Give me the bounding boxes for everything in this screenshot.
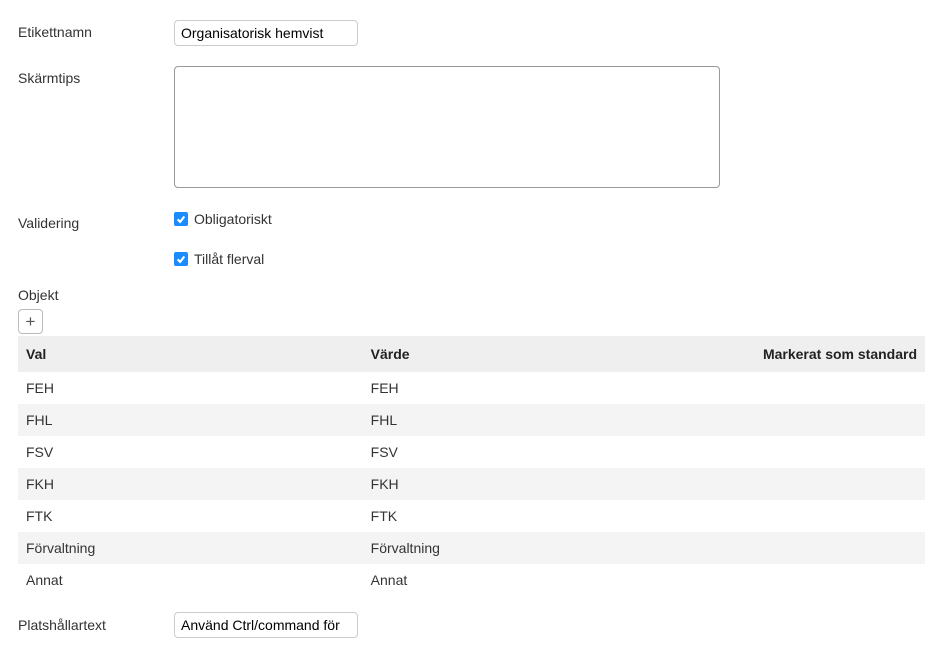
table-row[interactable]: AnnatAnnat — [18, 564, 925, 596]
placeholder-text-input[interactable] — [174, 612, 358, 638]
table-cell-default — [698, 372, 925, 404]
table-row[interactable]: FKHFKH — [18, 468, 925, 500]
validation-label: Validering — [18, 211, 174, 231]
table-cell-default — [698, 404, 925, 436]
table-cell-choice: FKH — [18, 468, 363, 500]
table-header-row: Val Värde Markerat som standard — [18, 336, 925, 372]
label-name-input[interactable] — [174, 20, 358, 46]
table-cell-choice: Förvaltning — [18, 532, 363, 564]
table-cell-choice: Annat — [18, 564, 363, 596]
table-row[interactable]: FTKFTK — [18, 500, 925, 532]
table-cell-default — [698, 500, 925, 532]
label-name-label: Etikettnamn — [18, 20, 174, 40]
table-cell-default — [698, 532, 925, 564]
table-row[interactable]: FHLFHL — [18, 404, 925, 436]
table-cell-default — [698, 564, 925, 596]
allow-multiple-checkbox-row: Tillåt flerval — [174, 251, 925, 267]
tooltip-label: Skärmtips — [18, 66, 174, 86]
table-cell-value: Förvaltning — [363, 532, 699, 564]
table-row[interactable]: FSVFSV — [18, 436, 925, 468]
placeholder-text-field — [174, 612, 358, 638]
column-header-default: Markerat som standard — [698, 336, 925, 372]
table-row[interactable]: FEHFEH — [18, 372, 925, 404]
tooltip-textarea[interactable] — [174, 66, 720, 188]
check-icon — [176, 214, 186, 224]
label-name-row: Etikettnamn — [18, 20, 925, 46]
tooltip-row: Skärmtips — [18, 66, 925, 191]
allow-multiple-checkbox[interactable] — [174, 252, 188, 266]
table-cell-choice: FTK — [18, 500, 363, 532]
table-cell-choice: FEH — [18, 372, 363, 404]
check-icon — [176, 254, 186, 264]
table-cell-default — [698, 436, 925, 468]
label-name-field — [174, 20, 925, 46]
object-section-label: Objekt — [18, 287, 925, 303]
placeholder-text-row: Platshållartext — [18, 612, 925, 638]
validation-row: Validering Obligatoriskt Tillåt flerval — [18, 211, 925, 267]
table-cell-default — [698, 468, 925, 500]
column-header-value: Värde — [363, 336, 699, 372]
column-header-choice: Val — [18, 336, 363, 372]
table-cell-choice: FHL — [18, 404, 363, 436]
placeholder-text-label: Platshållartext — [18, 617, 174, 633]
object-table: Val Värde Markerat som standard FEHFEHFH… — [18, 336, 925, 596]
table-cell-value: FKH — [363, 468, 699, 500]
table-row[interactable]: FörvaltningFörvaltning — [18, 532, 925, 564]
table-cell-choice: FSV — [18, 436, 363, 468]
mandatory-checkbox[interactable] — [174, 212, 188, 226]
plus-icon: + — [26, 312, 36, 332]
table-cell-value: FSV — [363, 436, 699, 468]
table-cell-value: FHL — [363, 404, 699, 436]
table-cell-value: Annat — [363, 564, 699, 596]
allow-multiple-checkbox-label: Tillåt flerval — [194, 251, 264, 267]
mandatory-checkbox-row: Obligatoriskt — [174, 211, 925, 227]
validation-field: Obligatoriskt Tillåt flerval — [174, 211, 925, 267]
table-cell-value: FTK — [363, 500, 699, 532]
tooltip-field — [174, 66, 925, 191]
add-object-button[interactable]: + — [18, 309, 43, 334]
mandatory-checkbox-label: Obligatoriskt — [194, 211, 272, 227]
table-cell-value: FEH — [363, 372, 699, 404]
